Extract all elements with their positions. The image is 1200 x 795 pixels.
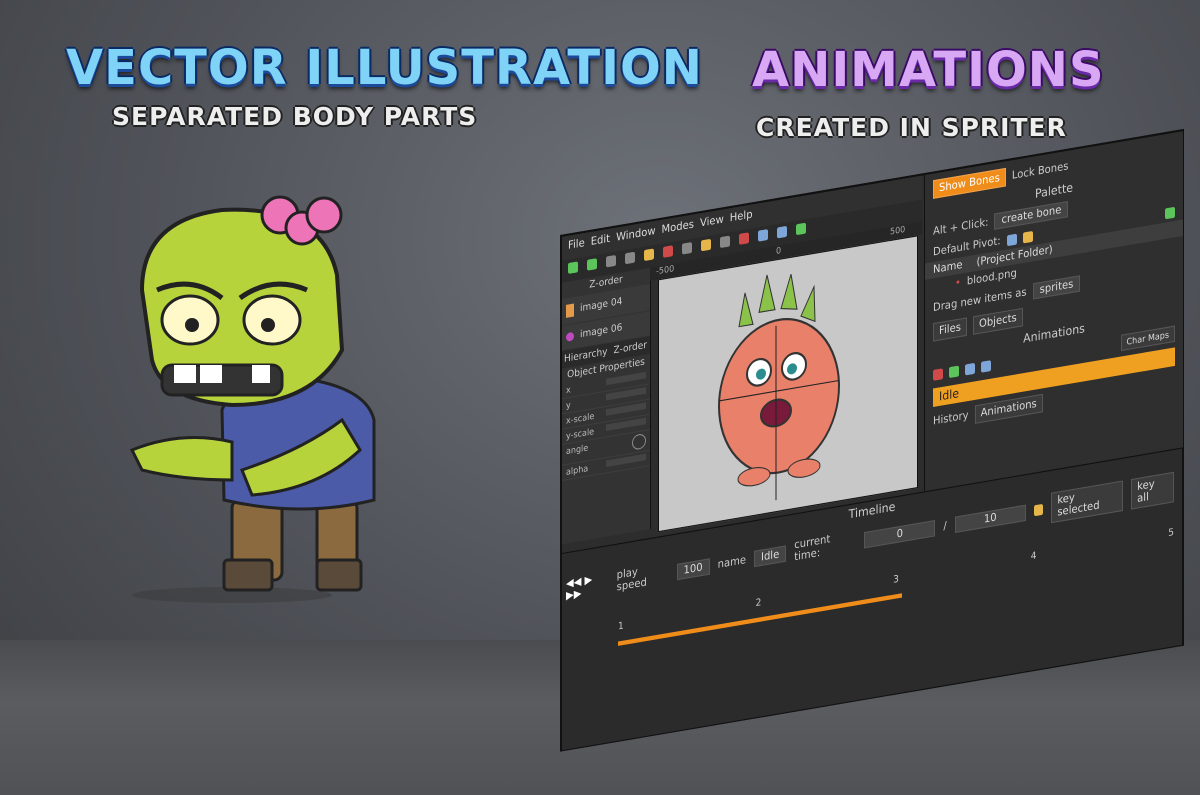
lock-bones-button[interactable]: Lock Bones (1012, 161, 1069, 183)
current-time-label: current time: (794, 533, 831, 564)
copy-icon[interactable] (625, 251, 635, 265)
name-field[interactable]: Idle (754, 544, 787, 567)
ruler-mark: -500 (656, 263, 675, 277)
ruler-mark: 0 (776, 245, 782, 257)
right-subtitle: CREATED IN SPRITER (756, 113, 1067, 142)
redo-icon[interactable] (587, 258, 597, 271)
right-title: ANIMATIONS (752, 42, 1105, 98)
fit-icon[interactable] (796, 222, 806, 236)
refresh-icon[interactable] (1165, 206, 1175, 219)
current-time-field[interactable]: 0 (864, 519, 936, 548)
tick-label: 4 (1030, 550, 1037, 563)
ruler-mark: 500 (890, 224, 906, 237)
zombie-illustration (129, 195, 376, 603)
export-icon[interactable] (739, 232, 749, 245)
tick-label: 3 (893, 574, 899, 587)
key-icon[interactable] (1033, 503, 1044, 517)
copy-anim-icon[interactable] (981, 359, 991, 373)
new-file-icon[interactable] (682, 241, 692, 255)
tick-label: 2 (755, 597, 762, 610)
record-icon[interactable] (663, 245, 673, 258)
open-folder-icon[interactable] (701, 238, 711, 252)
left-panel: Z-order image 04 image 06 Hierarchy Z-or… (562, 267, 651, 545)
prop-label: x (566, 384, 571, 396)
pivot-icon[interactable] (1022, 230, 1033, 244)
zorder-item-label: image 04 (580, 296, 623, 315)
menu-edit[interactable]: Edit (591, 233, 610, 252)
window-icon[interactable] (758, 229, 768, 242)
add-anim-icon[interactable] (949, 365, 959, 378)
prop-label: y-scale (566, 426, 595, 442)
char-maps-button[interactable]: Char Maps (1120, 325, 1175, 352)
save-icon[interactable] (720, 235, 730, 249)
monster-sprite (718, 274, 840, 501)
time-separator: / (943, 519, 947, 533)
spriter-window: File Edit Window Modes View Help Z-order… (560, 128, 1184, 752)
layout-icon[interactable] (777, 225, 787, 239)
tick-label: 1 (618, 620, 624, 633)
key-all-button[interactable]: key all (1131, 471, 1174, 510)
tick-label: 5 (1168, 527, 1174, 540)
prop-label: x-scale (566, 411, 595, 426)
cut-icon[interactable] (606, 254, 616, 268)
prop-label: y (566, 399, 571, 411)
tab-files[interactable]: Files (933, 317, 967, 342)
playback-controls-icon[interactable]: ◀◀ ▶ ▶▶ (566, 571, 609, 602)
pivot-icon[interactable] (1006, 233, 1017, 246)
menu-file[interactable]: File (568, 237, 585, 255)
name-label: name (717, 553, 746, 571)
menu-help[interactable]: Help (730, 209, 753, 228)
image-thumb-icon (566, 331, 574, 342)
tab-animations[interactable]: Animations (974, 393, 1043, 424)
left-title: VECTOR ILLUSTRATION (66, 40, 703, 96)
right-panel: Show Bones Lock Bones Palette Alt + Clic… (924, 131, 1183, 492)
tab-history[interactable]: History (933, 410, 969, 428)
spriter-screenshot: File Edit Window Modes View Help Z-order… (560, 128, 1184, 752)
menu-window[interactable]: Window (616, 225, 655, 247)
paste-icon[interactable] (644, 248, 654, 262)
menu-modes[interactable]: Modes (662, 219, 694, 240)
play-speed-field[interactable]: 100 (676, 557, 710, 580)
play-speed-label: play speed (616, 566, 647, 594)
undo-icon[interactable] (568, 261, 578, 274)
delete-anim-icon[interactable] (933, 367, 943, 381)
menu-view[interactable]: View (700, 214, 724, 233)
prop-label: alpha (566, 463, 589, 478)
scene-canvas[interactable] (658, 235, 918, 533)
image-thumb-icon (566, 303, 574, 318)
left-subtitle: SEPARATED BODY PARTS (112, 102, 478, 131)
zorder-item-label: image 06 (580, 322, 623, 341)
blood-file-icon: • (955, 276, 961, 290)
duplicate-anim-icon[interactable] (965, 362, 975, 375)
total-time-field[interactable]: 10 (954, 504, 1026, 533)
prop-label: angle (566, 442, 589, 457)
